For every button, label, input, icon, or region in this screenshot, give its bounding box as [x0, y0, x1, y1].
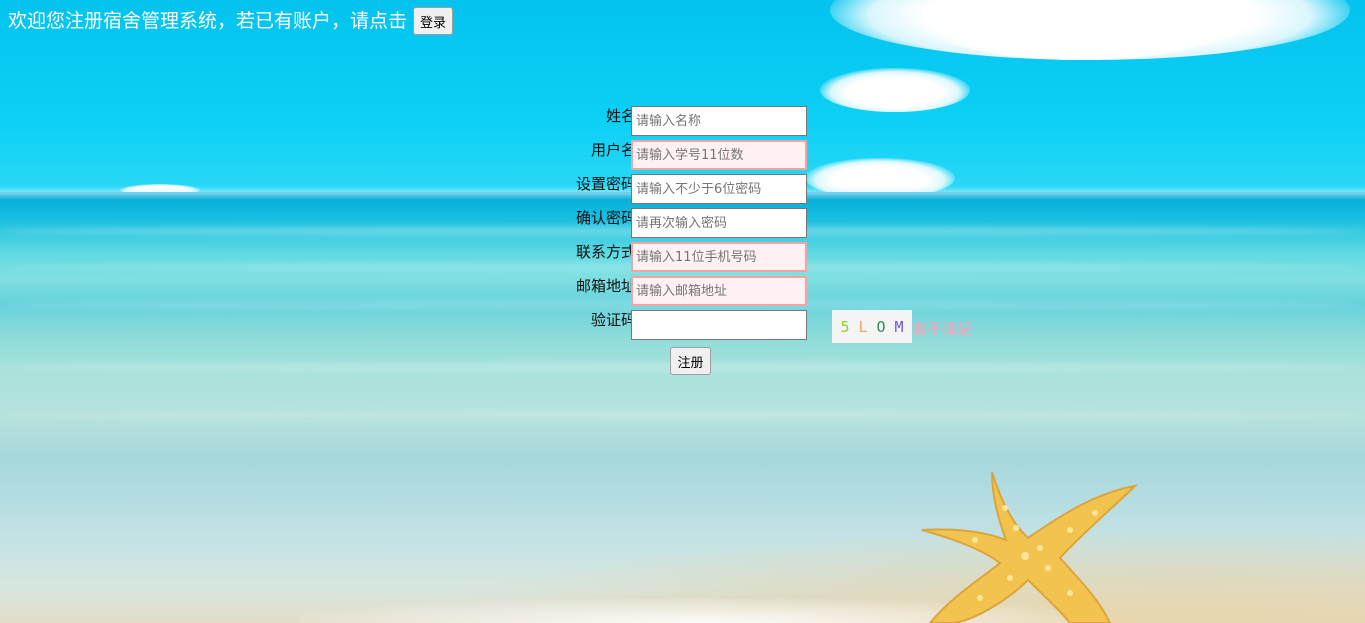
phone-row: 联系方式: — [520, 242, 820, 272]
captcha-char: L — [858, 317, 868, 336]
phone-input[interactable] — [631, 242, 807, 272]
captcha-refresh-link[interactable]: 看不清楚 — [912, 318, 972, 339]
welcome-text: 欢迎您注册宿舍管理系统，若已有账户，请点击 — [8, 10, 408, 32]
password-input[interactable] — [631, 174, 807, 204]
header: 欢迎您注册宿舍管理系统，若已有账户，请点击 登录 — [8, 7, 454, 35]
captcha-input[interactable] — [631, 310, 807, 340]
confirm-password-row: 确认密码: — [520, 208, 820, 238]
password-row: 设置密码: — [520, 174, 820, 204]
wave — [0, 410, 1365, 420]
username-row: 用户名: — [520, 140, 820, 170]
captcha-char: O — [876, 317, 886, 336]
captcha-image[interactable]: 5 L O M — [832, 310, 912, 343]
cloud — [820, 68, 970, 112]
register-button[interactable]: 注册 — [670, 347, 711, 375]
name-input[interactable] — [631, 106, 807, 136]
confirm-password-input[interactable] — [631, 208, 807, 238]
starfish-image — [921, 471, 1139, 623]
name-row: 姓名: — [520, 106, 820, 136]
captcha-char: 5 — [840, 317, 850, 336]
email-input[interactable] — [631, 276, 807, 306]
username-input[interactable] — [631, 140, 807, 170]
email-row: 邮箱地址: — [520, 276, 820, 306]
captcha-char: M — [894, 317, 904, 336]
captcha-row: 验证码: — [520, 310, 820, 340]
login-button[interactable]: 登录 — [413, 7, 454, 35]
